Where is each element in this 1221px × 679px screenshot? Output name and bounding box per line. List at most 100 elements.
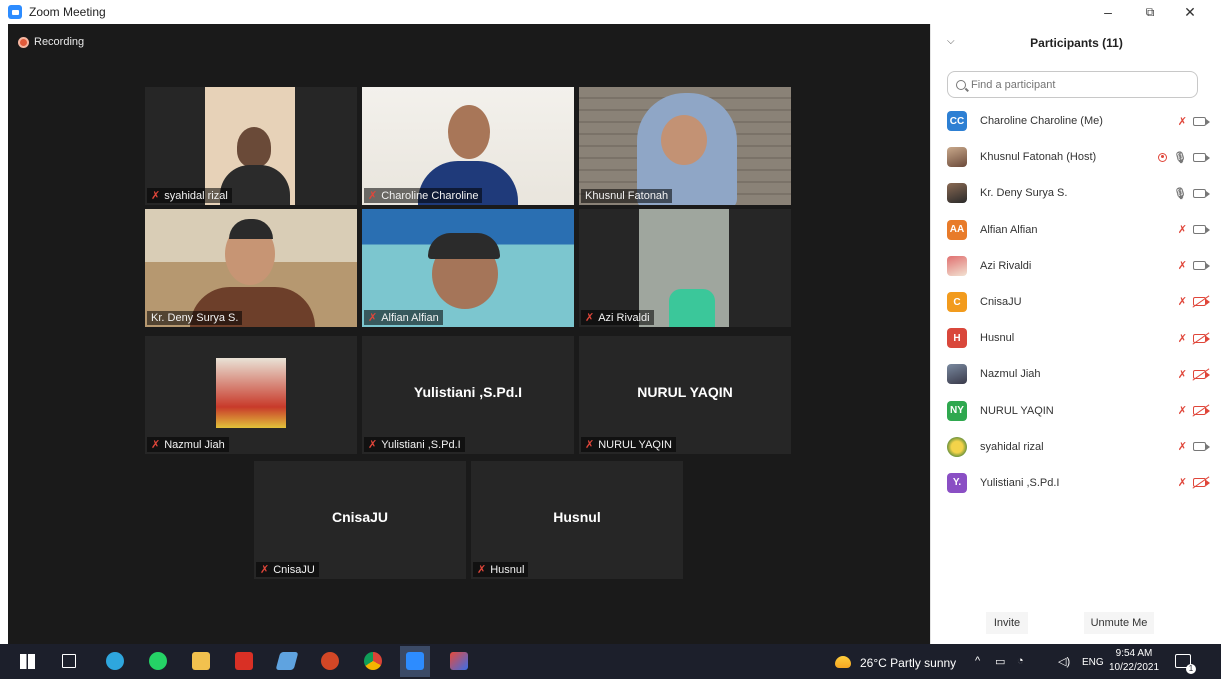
participant-name: Yulistiani ,S.Pd.I xyxy=(980,476,1060,489)
tile-nametag: ✗ Husnul xyxy=(473,562,529,577)
participant-row[interactable]: Nazmul Jiah ✗ xyxy=(931,356,1221,392)
powerpoint-icon[interactable] xyxy=(321,652,339,670)
participants-panel: ⌵ Participants (11) CC Charoline Charoli… xyxy=(930,24,1221,644)
avatar: NY xyxy=(947,400,967,421)
acrobat-icon[interactable] xyxy=(235,652,253,670)
participant-row[interactable]: H Husnul ✗ xyxy=(931,320,1221,356)
video-tile[interactable]: Yulistiani ,S.Pd.I ✗ Yulistiani ,S.Pd.I xyxy=(362,336,574,454)
camera-icon xyxy=(1193,261,1210,271)
muted-mic-icon[interactable]: ✗ xyxy=(1178,476,1187,489)
participant-list: CC Charoline Charoline (Me) ✗ Khusnul Fa… xyxy=(931,103,1221,501)
task-view-icon[interactable] xyxy=(62,654,76,668)
video-tile[interactable]: CnisaJU ✗ CnisaJU xyxy=(254,461,466,579)
camera-icon xyxy=(1193,225,1210,235)
muted-mic-icon[interactable]: ✗ xyxy=(1178,332,1187,345)
tile-name: Nazmul Jiah xyxy=(164,438,225,451)
participant-name: Kr. Deny Surya S. xyxy=(980,187,1068,200)
video-tile[interactable]: Khusnul Fatonah xyxy=(579,87,791,205)
video-tile[interactable]: ✗ Alfian Alfian xyxy=(362,209,574,327)
battery-icon[interactable]: ▭ xyxy=(995,655,1005,668)
avatar: H xyxy=(947,328,967,349)
participant-search[interactable] xyxy=(947,71,1198,98)
paint-icon[interactable] xyxy=(450,652,468,670)
tile-name: Khusnul Fatonah xyxy=(585,190,669,202)
recording-icon xyxy=(1158,152,1168,162)
camera-off-icon xyxy=(1193,406,1210,415)
tile-name: CnisaJU xyxy=(273,563,315,576)
panel-title: Participants (11) xyxy=(1030,36,1123,50)
muted-mic-icon[interactable]: ✗ xyxy=(1178,295,1187,308)
muted-mic-icon: ✗ xyxy=(368,312,378,324)
network-icon[interactable]: ◔ xyxy=(1017,655,1024,667)
search-input[interactable] xyxy=(971,78,1171,91)
file-explorer-icon[interactable] xyxy=(192,652,210,670)
tile-display-name: Husnul xyxy=(553,509,601,525)
telegram-icon[interactable] xyxy=(106,652,124,670)
window-titlebar: Zoom Meeting – ⧉ ✕ xyxy=(0,0,1221,24)
mic-icon[interactable]: 🎙 xyxy=(1173,151,1187,164)
camera-icon xyxy=(1193,152,1210,162)
participant-row[interactable]: CC Charoline Charoline (Me) ✗ xyxy=(931,103,1221,139)
tile-nametag: ✗ syahidal rizal xyxy=(147,188,232,203)
participant-row[interactable]: Azi Rivaldi ✗ xyxy=(931,248,1221,284)
start-icon[interactable] xyxy=(20,654,35,669)
video-tile[interactable]: ✗ Nazmul Jiah xyxy=(145,336,357,454)
muted-mic-icon[interactable]: ✗ xyxy=(1178,368,1187,381)
muted-mic-icon[interactable]: ✗ xyxy=(1178,223,1187,236)
muted-mic-icon[interactable]: ✗ xyxy=(1178,404,1187,417)
participant-row[interactable]: Khusnul Fatonah (Host) 🎙 xyxy=(931,139,1221,175)
tile-nametag: ✗ Alfian Alfian xyxy=(364,310,443,325)
video-tile-active-speaker[interactable]: Kr. Deny Surya S. xyxy=(145,209,357,327)
close-button[interactable]: ✕ xyxy=(1172,0,1208,24)
chevron-up-icon[interactable]: ^ xyxy=(975,655,980,667)
participant-figure xyxy=(237,127,271,167)
volume-icon[interactable]: ◁) xyxy=(1058,655,1070,668)
language-indicator[interactable]: ENG xyxy=(1082,657,1104,668)
participant-name: Nazmul Jiah xyxy=(980,368,1041,381)
tile-display-name: Yulistiani ,S.Pd.I xyxy=(413,384,523,400)
avatar xyxy=(947,364,967,385)
avatar: Y. xyxy=(947,472,967,493)
participant-row[interactable]: syahidal rizal ✗ xyxy=(931,429,1221,465)
muted-mic-icon: ✗ xyxy=(477,564,487,576)
minimize-button[interactable]: – xyxy=(1090,0,1126,24)
participant-name: Khusnul Fatonah (Host) xyxy=(980,151,1097,164)
tile-nametag: ✗ Azi Rivaldi xyxy=(581,310,654,325)
chevron-down-icon[interactable]: ⌵ xyxy=(947,36,955,47)
mic-icon[interactable]: 🎙 xyxy=(1173,187,1187,200)
zoom-icon[interactable] xyxy=(406,652,424,670)
video-tile[interactable]: ✗ Charoline Charoline xyxy=(362,87,574,205)
participant-row[interactable]: Y. Yulistiani ,S.Pd.I ✗ xyxy=(931,465,1221,501)
participant-row[interactable]: C CnisaJU ✗ xyxy=(931,284,1221,320)
participant-row[interactable]: NY NURUL YAQIN ✗ xyxy=(931,393,1221,429)
tile-name: Kr. Deny Surya S. xyxy=(151,312,239,324)
participant-row[interactable]: Kr. Deny Surya S. 🎙 xyxy=(931,175,1221,211)
participant-figure xyxy=(661,115,707,165)
video-tile[interactable]: ✗ Azi Rivaldi xyxy=(579,209,791,327)
participant-row[interactable]: AA Alfian Alfian ✗ xyxy=(931,212,1221,248)
video-tile[interactable]: NURUL YAQIN ✗ NURUL YAQIN xyxy=(579,336,791,454)
chrome-icon[interactable] xyxy=(364,652,382,670)
window-title: Zoom Meeting xyxy=(29,5,106,19)
unmute-me-button[interactable]: Unmute Me xyxy=(1084,612,1154,634)
invite-button[interactable]: Invite xyxy=(986,612,1028,634)
restore-button[interactable]: ⧉ xyxy=(1132,0,1168,24)
tile-display-name: NURUL YAQIN xyxy=(637,384,733,400)
weather-text[interactable]: 26°C Partly sunny xyxy=(860,656,956,670)
whatsapp-icon[interactable] xyxy=(149,652,167,670)
camera-icon xyxy=(1193,442,1210,452)
tile-name: syahidal rizal xyxy=(164,189,228,202)
participant-figure xyxy=(428,233,500,259)
muted-mic-icon[interactable]: ✗ xyxy=(1178,115,1187,128)
notes-icon[interactable] xyxy=(275,652,299,670)
video-tile[interactable]: ✗ syahidal rizal xyxy=(145,87,357,205)
tile-name: Alfian Alfian xyxy=(381,311,439,324)
muted-mic-icon[interactable]: ✗ xyxy=(1178,440,1187,453)
video-tile[interactable]: Husnul ✗ Husnul xyxy=(471,461,683,579)
camera-icon xyxy=(1193,116,1210,126)
recording-indicator[interactable]: Recording xyxy=(18,36,84,48)
clock[interactable]: 9:54 AM 10/22/2021 xyxy=(1108,647,1160,675)
muted-mic-icon[interactable]: ✗ xyxy=(1178,259,1187,272)
zoom-app-icon xyxy=(8,5,22,19)
participant-name: Alfian Alfian xyxy=(980,223,1038,236)
